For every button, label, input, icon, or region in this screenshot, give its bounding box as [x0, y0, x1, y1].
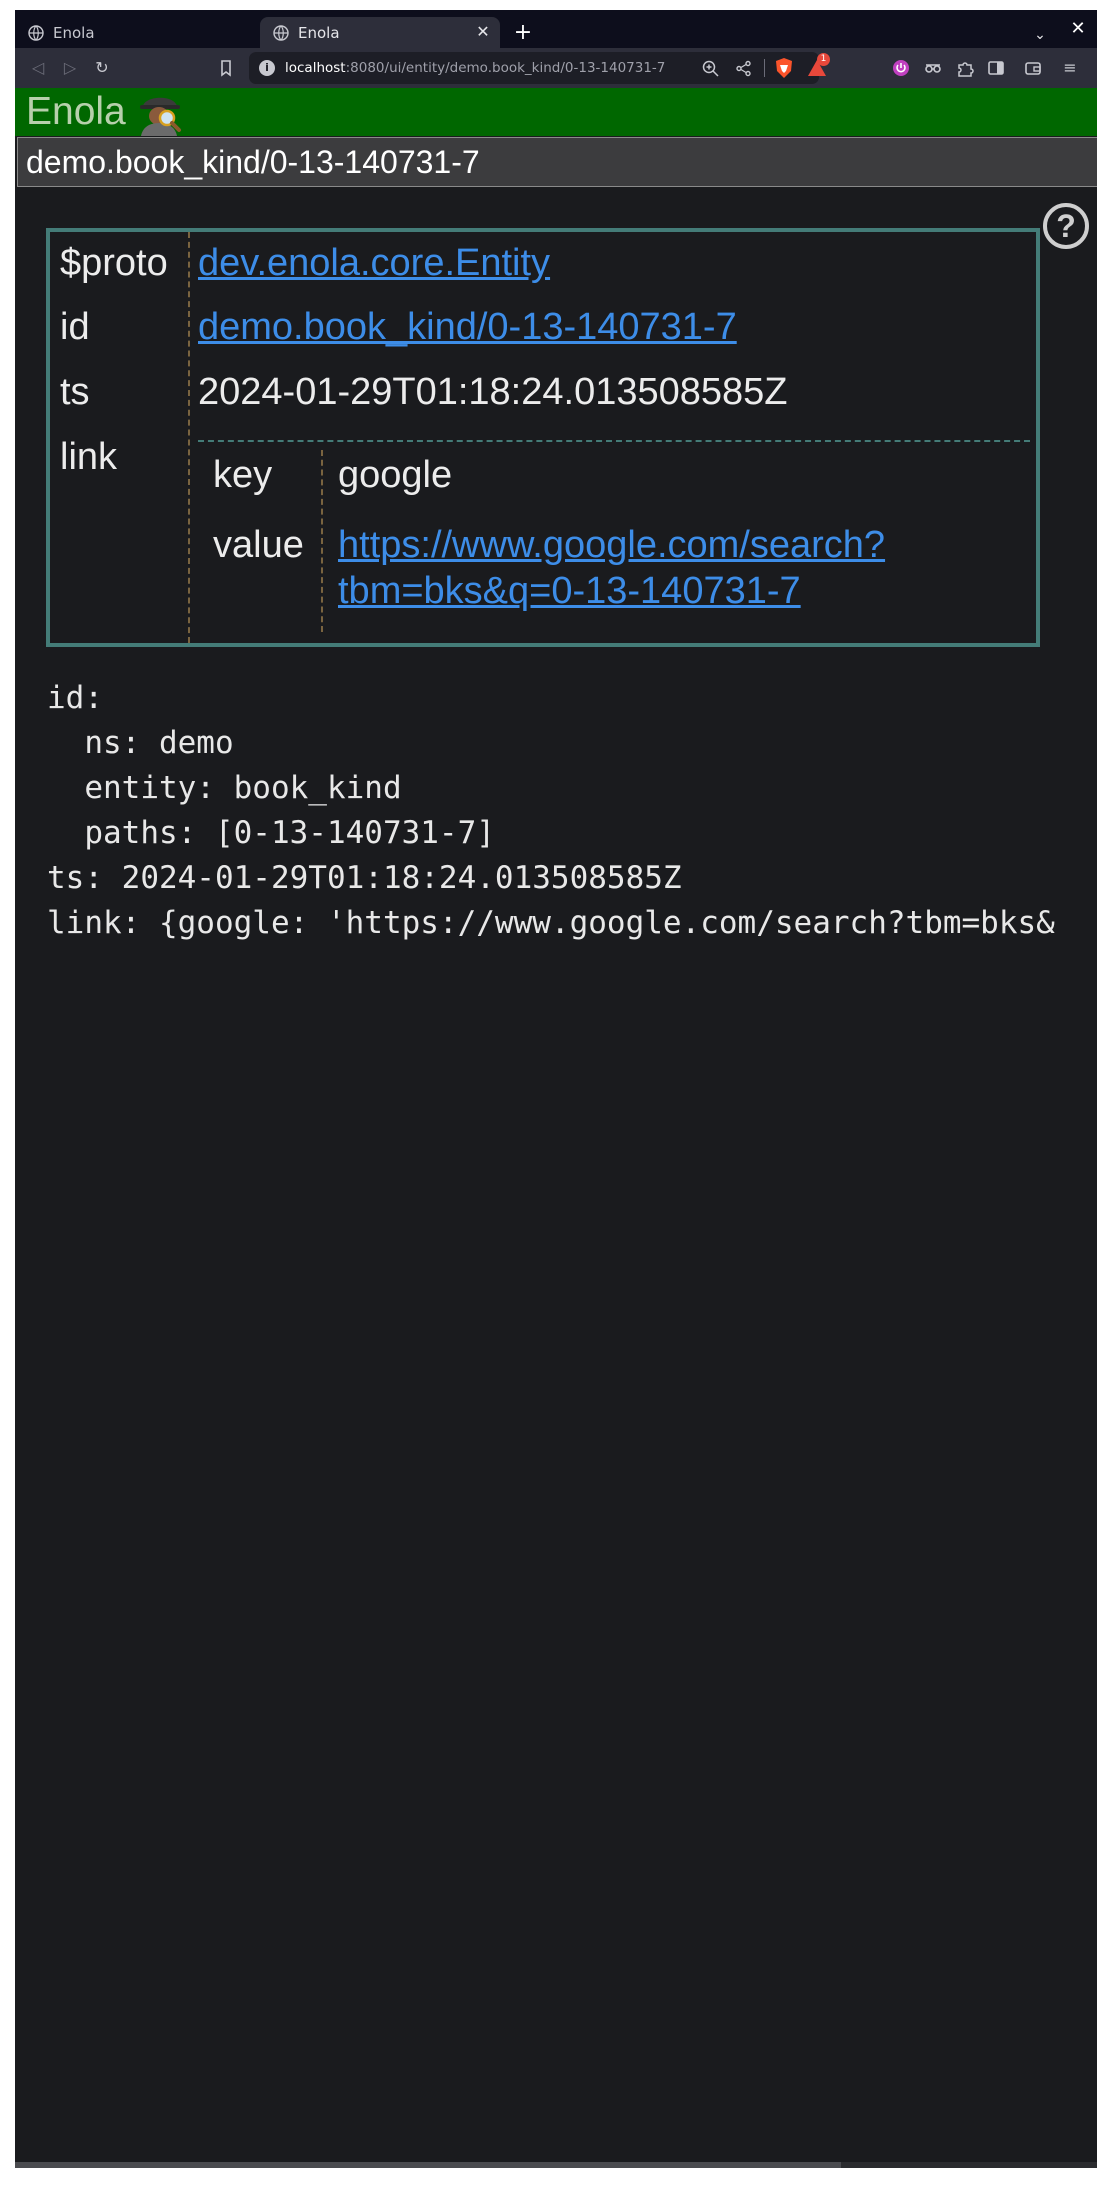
ts-label: ts [60, 371, 90, 413]
address-bar[interactable]: i localhost:8080/ui/entity/demo.book_kin… [249, 52, 830, 84]
url-host: localhost [285, 60, 346, 76]
yaml-line: paths: [0-13-140731-7] [47, 815, 495, 851]
tab-title: Enola [298, 23, 340, 42]
link-key-label: key [213, 454, 273, 496]
tab-enola-2[interactable]: Enola ✕ [260, 17, 500, 48]
globe-icon [28, 24, 44, 41]
reload-icon[interactable]: ↻ [92, 58, 112, 78]
tab-close-icon[interactable]: ✕ [472, 21, 494, 43]
link-label: link [60, 436, 118, 478]
yaml-dump: id: ns: demo entity: book_kind paths: [0… [47, 676, 1055, 946]
globe-icon [273, 24, 289, 41]
column-separator [188, 232, 190, 643]
back-icon[interactable]: ◁ [28, 58, 48, 78]
sidebar-icon[interactable] [986, 58, 1006, 78]
url-path: :8080/ui/entity/demo.book_kind/0-13-1407… [345, 60, 666, 76]
ts-value: 2024-01-29T01:18:24.013508585Z [198, 371, 788, 413]
new-tab-icon[interactable]: + [511, 22, 535, 46]
link-url-line2: tbm=bks&q=0-13-140731-7 [338, 570, 801, 612]
inner-column-separator [321, 450, 323, 632]
yaml-line: id: [47, 680, 103, 716]
entity-table: $proto dev.enola.core.Entity id demo.boo… [46, 228, 1040, 647]
proto-label: $proto [60, 242, 168, 284]
id-link[interactable]: demo.book_kind/0-13-140731-7 [198, 306, 737, 349]
link-value-label: value [213, 524, 304, 566]
rewards-badge: 1 [817, 53, 830, 66]
browser-toolbar: ◁ ▷ ↻ i localhost:8080/ui/entity/demo.bo… [15, 48, 1097, 88]
app-title[interactable]: Enola [26, 90, 126, 134]
extension-power-icon[interactable] [891, 58, 911, 78]
app-header: Enola [15, 88, 1097, 136]
extensions-puzzle-icon[interactable] [955, 58, 975, 78]
window-close-icon[interactable]: ✕ [1067, 18, 1089, 40]
extension-glasses-icon[interactable] [923, 58, 943, 78]
yaml-line: entity: book_kind [47, 770, 402, 806]
site-info-icon[interactable]: i [259, 60, 275, 76]
menu-icon[interactable]: ≡ [1060, 58, 1080, 78]
detective-icon [140, 97, 181, 136]
browser-window: Enola Enola ✕ + ⌄ ✕ ◁ ▷ ↻ i localhost:80… [15, 10, 1097, 2168]
yaml-line: ns: demo [47, 725, 234, 761]
svg-text:?: ? [1056, 208, 1076, 244]
link-url-line1: https://www.google.com/search? [338, 524, 886, 566]
tab-strip: Enola Enola ✕ + ⌄ ✕ [15, 10, 1097, 48]
tab-title: Enola [53, 23, 95, 42]
bookmark-icon[interactable] [216, 58, 236, 78]
scrollbar-thumb[interactable] [15, 2162, 841, 2168]
help-icon[interactable]: ? [1041, 201, 1091, 251]
yaml-line: ts: 2024-01-29T01:18:24.013508585Z [47, 860, 682, 896]
yaml-line: link: {google: 'https://www.google.com/s… [47, 905, 1055, 941]
entity-search-input[interactable] [17, 137, 1097, 187]
link-key-value: google [338, 454, 453, 496]
share-icon[interactable] [735, 60, 752, 77]
wallet-icon[interactable] [1023, 58, 1043, 78]
divider [764, 59, 765, 77]
proto-link[interactable]: dev.enola.core.Entity [198, 242, 550, 285]
chevron-down-icon[interactable]: ⌄ [1029, 23, 1051, 45]
zoom-icon[interactable] [702, 60, 719, 77]
forward-icon[interactable]: ▷ [60, 58, 80, 78]
link-value-url[interactable]: https://www.google.com/search? tbm=bks&q=… [338, 522, 885, 614]
link-separator [198, 440, 1030, 442]
page-content: Enola ? $proto dev.enola.core.Entity id … [15, 88, 1097, 2168]
tab-enola-1[interactable]: Enola [15, 17, 255, 48]
brave-shield-icon[interactable] [773, 57, 795, 79]
horizontal-scrollbar[interactable] [15, 2162, 1097, 2168]
id-label: id [60, 306, 90, 348]
